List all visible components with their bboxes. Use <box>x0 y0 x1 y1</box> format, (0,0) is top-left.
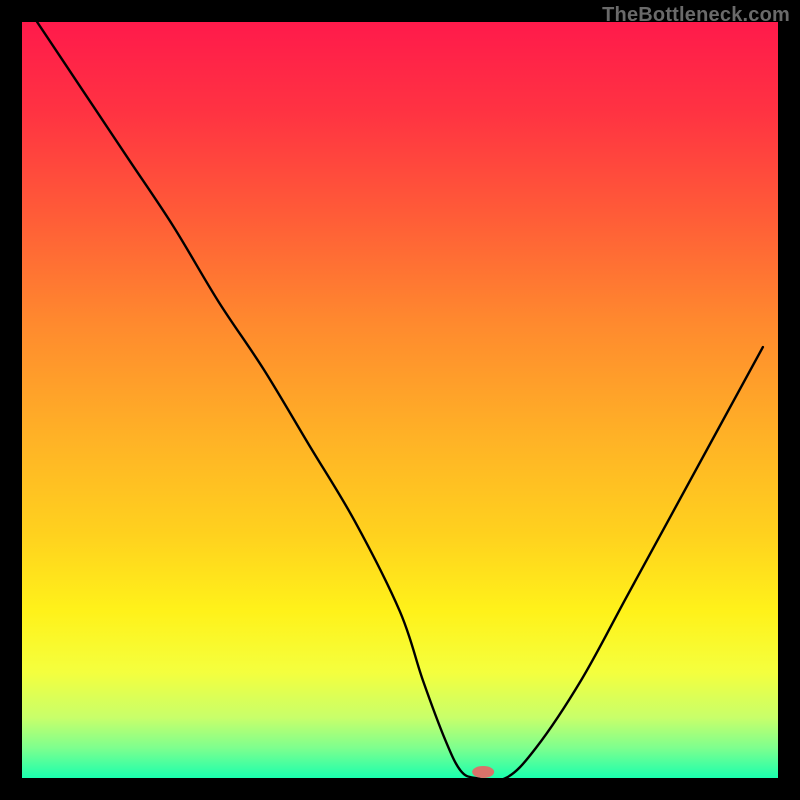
chart-svg <box>22 22 778 778</box>
plot-area <box>22 22 778 778</box>
optimum-marker <box>472 766 494 778</box>
gradient-background <box>22 22 778 778</box>
watermark-text: TheBottleneck.com <box>602 4 790 27</box>
chart-frame: TheBottleneck.com <box>0 0 800 800</box>
